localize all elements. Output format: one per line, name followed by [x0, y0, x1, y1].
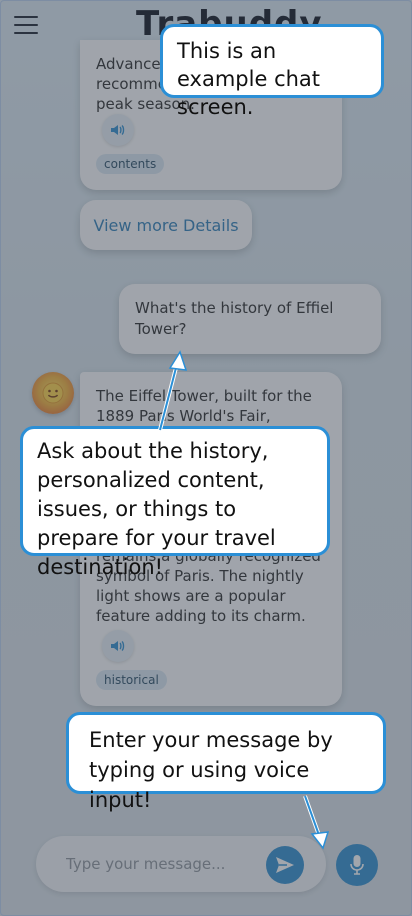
callout-ask-about: Ask about the history, personalized cont… — [20, 426, 330, 579]
callout-enter-message: Enter your message by typing or using vo… — [66, 712, 386, 812]
callout-chat-screen: This is an example chat screen. — [160, 24, 384, 119]
